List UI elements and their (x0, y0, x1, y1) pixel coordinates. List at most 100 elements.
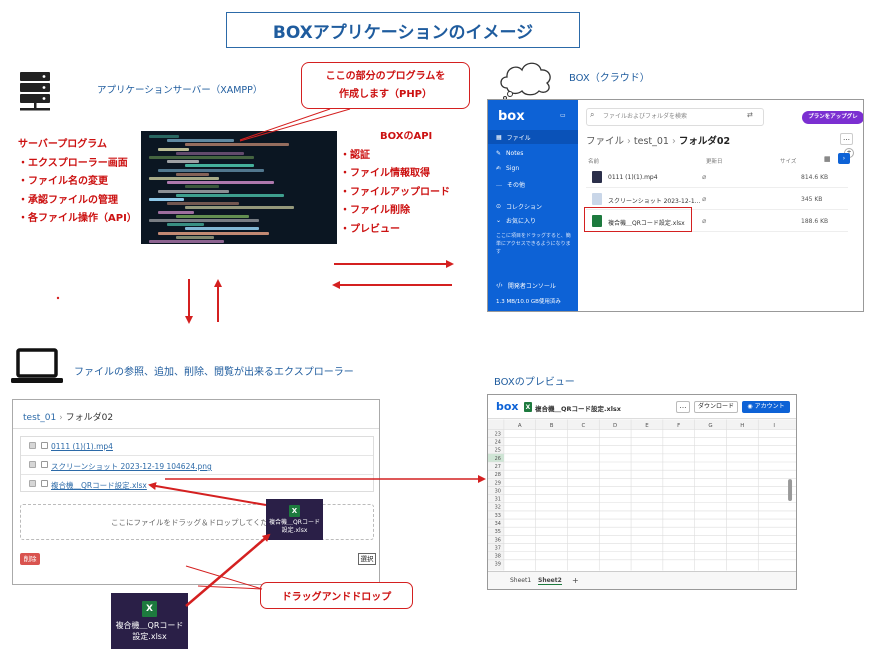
source-file-icon[interactable]: X 複合機＿QRコード 設定.xlsx (111, 593, 188, 649)
explorer-file-list: 0111 (1)(1).mp4 スクリーンショット 2023-12-19 104… (20, 436, 374, 492)
row-header: 29 (495, 480, 501, 486)
file-link[interactable]: スクリーンショット 2023-12-19 104624.png (51, 461, 212, 472)
code-line (185, 164, 254, 168)
code-line (149, 219, 259, 222)
code-line (158, 168, 264, 172)
column-name[interactable]: 名前 (588, 157, 599, 165)
server-program-item: ・承認ファイルの管理 (18, 194, 118, 206)
sidebar-item-collection[interactable]: ⊙ コレクション (496, 202, 542, 211)
code-line (185, 227, 259, 231)
server-program-item: ・各ファイル操作（API） (18, 213, 137, 224)
php-callout-line2: 作成します（PHP） (338, 88, 433, 100)
select-checkbox[interactable] (41, 461, 48, 468)
vertical-scrollbar (788, 479, 793, 501)
approval-checkbox[interactable] (29, 461, 36, 468)
chevron-down-icon: ⌄ (496, 217, 502, 224)
code-line (167, 181, 274, 185)
dragged-file-icon[interactable]: X 複合機＿QRコード 設定.xlsx (266, 499, 323, 540)
laptop-icon (11, 348, 63, 383)
sidebar-item-notes[interactable]: ✎ Notes (496, 150, 523, 157)
xlsx-highlight-box (584, 207, 692, 232)
row-header: 32 (495, 505, 501, 511)
code-line (149, 156, 254, 159)
sidebar-item-dev-console[interactable]: ‹/› 開発者コンソール (496, 281, 556, 290)
upgrade-button[interactable]: プランをアップグレ (802, 111, 863, 124)
select-checkbox[interactable] (41, 480, 48, 487)
more-options-button[interactable]: … (676, 401, 690, 413)
more-options-button[interactable]: … (840, 133, 853, 145)
stray-dot (56, 296, 60, 300)
box-breadcrumb: ファイル › test_01 › フォルダ02 (586, 136, 731, 147)
search-input[interactable]: ファイルおよびフォルダを検索 (586, 108, 764, 126)
sidebar-item-files[interactable]: ▦ ファイル (488, 130, 578, 144)
list-item[interactable]: 0111 (1)(1).mp4 (21, 437, 373, 456)
select-checkbox[interactable] (41, 442, 48, 449)
code-screenshot (141, 131, 337, 244)
box-web-app: box ▭ ▦ ファイル ✎ Notes ✍ Sign … その他 ⊙ コレクション ⌄ お… (487, 99, 864, 312)
account-button[interactable]: ◉ アカウント (742, 401, 790, 413)
api-item: ・ファイル削除 (340, 205, 410, 216)
server-program-list: サーバープログラム ・エクスプローラー画面 ・ファイル名の変更 ・承認ファイルの… (18, 136, 137, 229)
column-header: E (645, 423, 649, 429)
box-logo: box (496, 400, 519, 413)
column-updated[interactable]: 更新日 (706, 157, 723, 165)
list-item[interactable]: スクリーンショット 2023-12-19 104624.png (21, 456, 373, 475)
column-size[interactable]: サイズ (780, 157, 796, 165)
code-line (167, 160, 199, 164)
spreadsheet-grid[interactable]: A B C D E F G H I2324252627282930313233343536373… (488, 419, 796, 571)
add-sheet-icon[interactable]: + (572, 576, 579, 585)
column-header: G (708, 423, 712, 429)
explorer-breadcrumb: test_01 › フォルダ02 (23, 413, 114, 423)
breadcrumb-root[interactable]: ファイル (586, 136, 624, 147)
explorer-breadcrumb-folder2: フォルダ02 (65, 413, 114, 423)
link-icon: ⌀ (702, 195, 707, 203)
row-header: 28 (495, 472, 501, 478)
download-button[interactable]: ダウンロード (694, 401, 738, 413)
row-header: 36 (495, 537, 501, 543)
code-line (185, 206, 294, 210)
code-line (158, 231, 269, 235)
user-icon: ◉ (747, 403, 755, 410)
sheet-tabs: Sheet1 Sheet2 + (488, 571, 796, 589)
explorer-breadcrumb-folder1[interactable]: test_01 (23, 413, 56, 423)
column-header: F (677, 423, 680, 429)
box-preview-window: box X 複合機＿QRコード設定.xlsx … ダウンロード ◉ アカウント … (487, 394, 797, 590)
excel-icon: X (142, 600, 157, 617)
code-line (185, 185, 219, 189)
details-toggle-button[interactable]: › (838, 153, 850, 164)
file-link[interactable]: 複合機＿QRコード設定.xlsx (51, 480, 147, 491)
row-header: 25 (495, 448, 501, 454)
sidebar-item-favorites[interactable]: ⌄ お気に入り (496, 216, 536, 225)
approval-checkbox[interactable] (29, 442, 36, 449)
row-header: 38 (495, 554, 501, 560)
server-program-item: ・エクスプローラー画面 (18, 157, 128, 169)
file-link[interactable]: 0111 (1)(1).mp4 (51, 442, 113, 451)
api-list: BOXのAPI ・認証 ・ファイル情報取得 ・ファイルアップロード ・ファイル削… (340, 128, 450, 239)
divider (13, 428, 379, 429)
code-line (158, 189, 229, 193)
code-line (176, 172, 209, 176)
row-header: 39 (495, 562, 501, 568)
filter-icon[interactable]: ⇄ (747, 111, 753, 119)
row-header: 37 (495, 545, 501, 551)
select-button[interactable]: 選択 (358, 553, 376, 565)
sidebar-item-other[interactable]: … その他 (496, 180, 525, 189)
row-header: 23 (495, 431, 501, 437)
grid-view-icon[interactable]: ▦ (824, 155, 831, 163)
file-row[interactable]: 0111 (1)(1).mp4 ⌀ 814.6 KB (586, 166, 848, 188)
delete-button[interactable]: 削除 (20, 553, 40, 565)
sheet-tab-2[interactable]: Sheet2 (538, 577, 562, 585)
code-line (158, 210, 194, 214)
box-logo: box (498, 109, 525, 124)
code-icon: ‹/› (496, 282, 503, 289)
sheet-tab-1[interactable]: Sheet1 (510, 577, 531, 584)
breadcrumb-folder1[interactable]: test_01 (634, 136, 669, 147)
approval-checkbox[interactable] (29, 480, 36, 487)
sidebar-toggle-icon[interactable]: ▭ (560, 112, 566, 119)
row-header: 31 (495, 497, 501, 503)
cloud-label: BOX（クラウド） (569, 73, 650, 84)
column-header: D (613, 423, 617, 429)
sidebar-item-sign[interactable]: ✍ Sign (496, 165, 519, 172)
list-item[interactable]: 複合機＿QRコード設定.xlsx (21, 475, 373, 494)
code-line (176, 235, 214, 239)
